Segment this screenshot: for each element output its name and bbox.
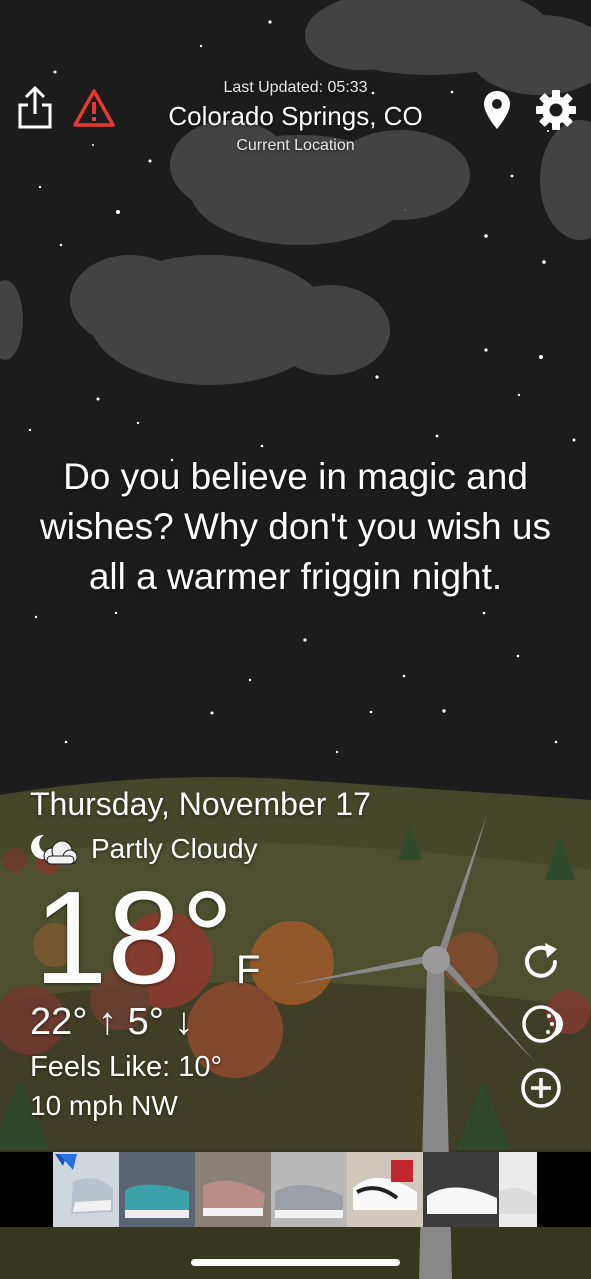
partly-cloudy-night-icon: [31, 834, 78, 865]
ad-shoe-6: [499, 1152, 537, 1227]
ad-shoe-5: [423, 1152, 499, 1227]
add-circle-icon: [521, 1068, 561, 1108]
ad-banner[interactable]: [0, 1152, 591, 1227]
temperature-unit[interactable]: F: [236, 948, 260, 993]
location-button[interactable]: [482, 89, 512, 131]
add-location-button[interactable]: [519, 1066, 563, 1110]
high-low-label: 22° ↑ 5° ↓: [30, 1001, 194, 1043]
feels-like-label: Feels Like: 10°: [30, 1051, 223, 1083]
ad-shoe-2: [195, 1152, 271, 1227]
temperature-value: 18°: [34, 864, 234, 1011]
location-subtitle: Current Location: [236, 137, 355, 154]
date-label: Thursday, November 17: [30, 786, 371, 822]
condition-label: Partly Cloudy: [91, 833, 258, 864]
background-scene: [0, 0, 591, 1279]
ad-shoe-3: [271, 1152, 347, 1227]
gear-icon: [536, 90, 576, 130]
refresh-button[interactable]: [519, 940, 563, 984]
condition-icon-wrap: [30, 832, 78, 866]
ad-strip: [53, 1152, 537, 1227]
location-pin-icon: [484, 91, 510, 129]
weather-message: Do you believe in magic and wishes? Why …: [40, 456, 551, 597]
wind-label: 10 mph NW: [30, 1090, 178, 1121]
settings-button[interactable]: [535, 89, 577, 131]
refresh-icon: [525, 943, 557, 978]
moon-phase-icon: [522, 1005, 563, 1043]
moon-phase-button[interactable]: [519, 1002, 563, 1046]
ad-shoe-1: [119, 1152, 195, 1227]
ad-logo: [53, 1152, 119, 1227]
ad-shoe-4: [347, 1152, 423, 1227]
home-indicator[interactable]: [191, 1259, 400, 1266]
